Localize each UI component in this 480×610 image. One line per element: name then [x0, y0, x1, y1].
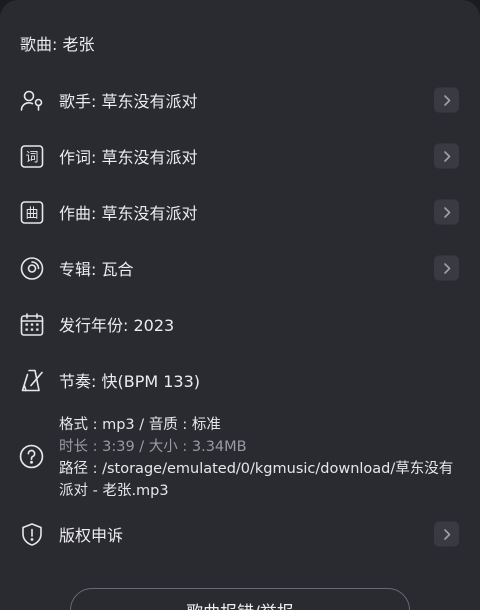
tempo-row: 节奏: 快(BPM 133)	[0, 360, 480, 400]
release-year-row: 发行年份: 2023	[0, 304, 480, 344]
lyricist-label: 作词: 草东没有派对	[59, 148, 198, 167]
copyright-complaint-row[interactable]: 版权申诉	[0, 514, 480, 554]
singer-icon	[19, 88, 44, 113]
composer-icon: 曲	[19, 200, 44, 225]
svg-text:曲: 曲	[25, 206, 38, 221]
svg-text:词: 词	[25, 150, 38, 165]
singer-row[interactable]: 歌手: 草东没有派对	[0, 80, 480, 120]
song-title: 歌曲: 老张	[20, 35, 95, 54]
chevron-right-icon[interactable]	[434, 143, 459, 169]
file-path-text: 路径 : /storage/emulated/0/kgmusic/downloa…	[59, 461, 454, 499]
chevron-right-icon[interactable]	[434, 87, 459, 113]
help-icon[interactable]	[19, 444, 44, 469]
lyricist-row[interactable]: 词 作词: 草东没有派对	[0, 136, 480, 176]
album-row[interactable]: 专辑: 瓦合	[0, 248, 480, 288]
report-error-label: 歌曲报错/举报	[186, 598, 294, 610]
metronome-icon	[19, 368, 44, 393]
report-error-button[interactable]: 歌曲报错/举报	[70, 588, 410, 610]
composer-label: 作曲: 草东没有派对	[59, 204, 198, 223]
composer-row[interactable]: 曲 作曲: 草东没有派对	[0, 192, 480, 232]
chevron-right-icon[interactable]	[434, 255, 459, 281]
album-icon	[19, 256, 44, 281]
format-quality-text: 格式 : mp3 / 音质 : 标准	[59, 417, 221, 433]
duration-size-text: 时长 : 3:39 / 大小 : 3.34MB	[59, 439, 247, 455]
album-label: 专辑: 瓦合	[59, 260, 134, 279]
shield-alert-icon	[19, 522, 44, 547]
tempo-label: 节奏: 快(BPM 133)	[59, 372, 201, 391]
copyright-complaint-label: 版权申诉	[59, 526, 124, 545]
lyrics-icon: 词	[19, 144, 44, 169]
singer-label: 歌手: 草东没有派对	[59, 92, 198, 111]
calendar-icon	[19, 312, 44, 337]
chevron-right-icon[interactable]	[434, 199, 459, 225]
release-year-label: 发行年份: 2023	[59, 316, 175, 335]
file-info-block: 格式 : mp3 / 音质 : 标准 时长 : 3:39 / 大小 : 3.34…	[59, 414, 464, 502]
song-info-sheet: 歌曲: 老张 歌手: 草东没有派对 词 作词: 草东没有派对 曲 作曲: 草东没…	[0, 0, 480, 610]
chevron-right-icon[interactable]	[434, 521, 459, 547]
